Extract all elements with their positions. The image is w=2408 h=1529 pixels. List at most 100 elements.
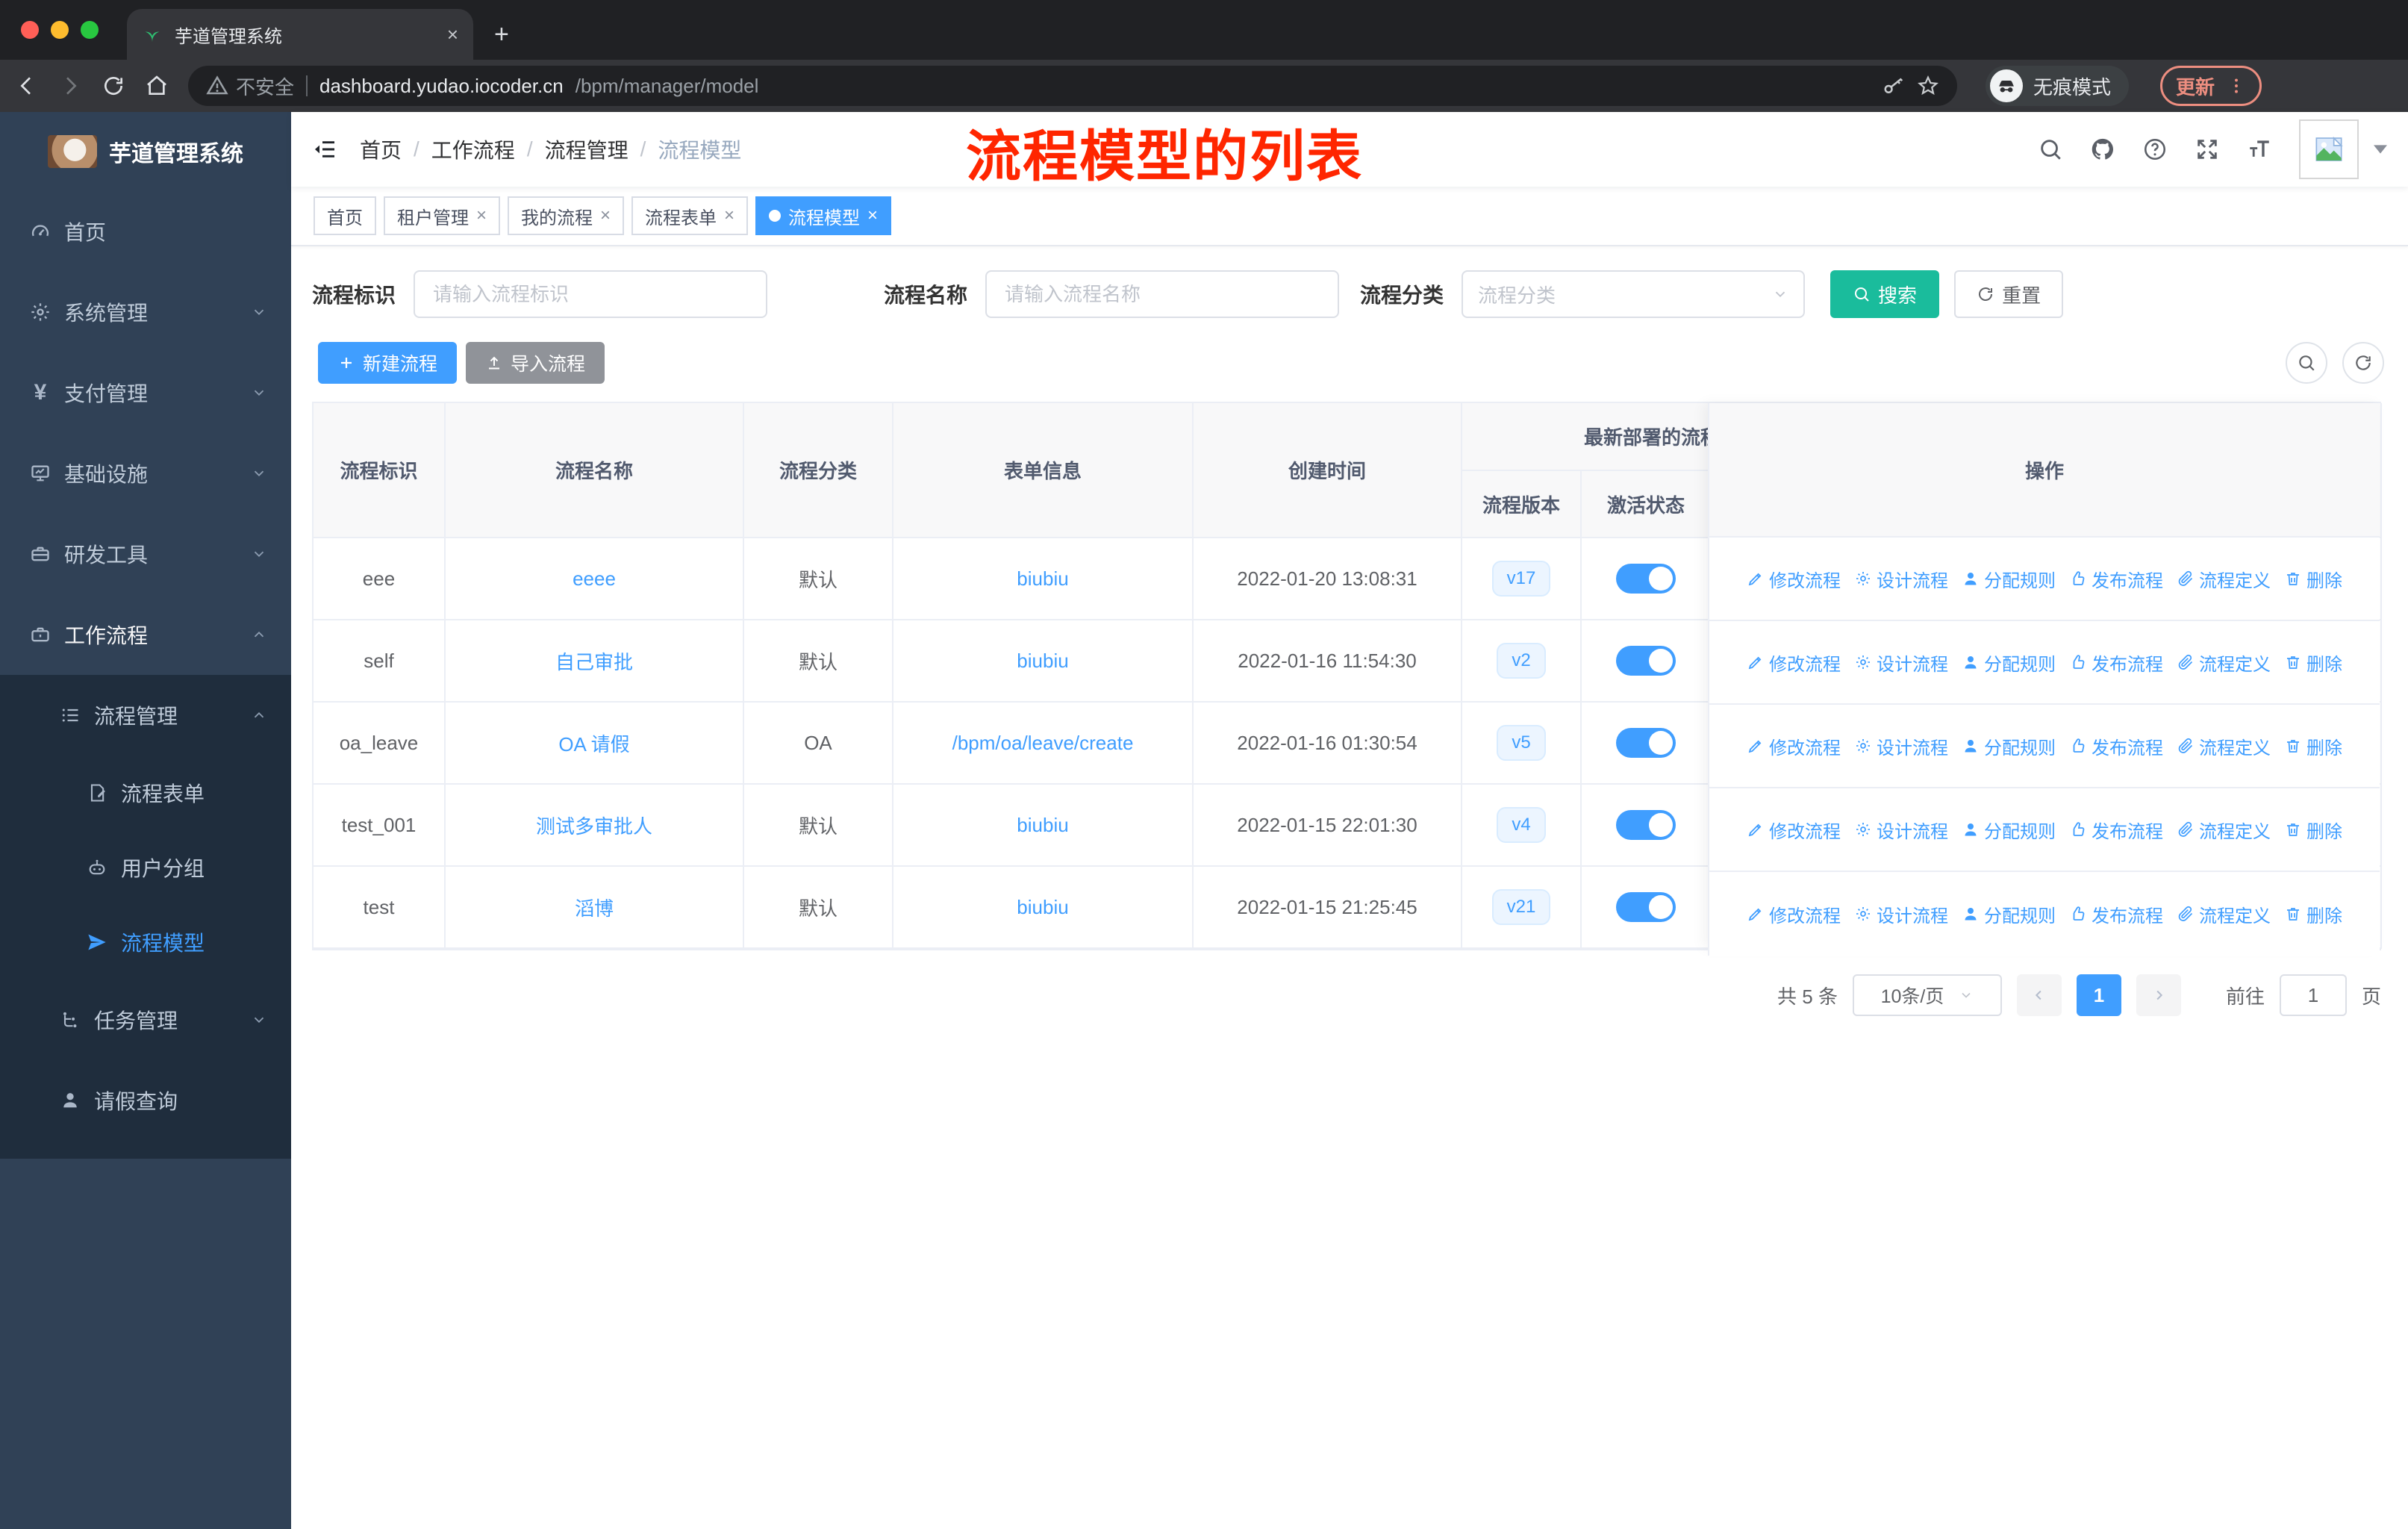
- security-status[interactable]: 不安全: [206, 72, 294, 100]
- action-edit-link[interactable]: 修改流程: [1747, 566, 1841, 592]
- tag-close-icon[interactable]: ×: [600, 205, 611, 226]
- sidebar-item-payment[interactable]: ¥ 支付管理: [0, 352, 291, 433]
- avatar[interactable]: [2299, 119, 2359, 179]
- action-trash-link[interactable]: 删除: [2284, 817, 2342, 843]
- reload-icon[interactable]: [102, 74, 125, 98]
- home-icon[interactable]: [145, 74, 169, 98]
- version-badge[interactable]: v17: [1491, 561, 1551, 597]
- action-thumb-link[interactable]: 发布流程: [2069, 817, 2163, 843]
- form-link[interactable]: biubiu: [1017, 896, 1068, 918]
- action-clip-link[interactable]: 流程定义: [2177, 817, 2271, 843]
- help-icon[interactable]: [2142, 137, 2168, 162]
- action-clip-link[interactable]: 流程定义: [2177, 566, 2271, 592]
- new-tab-button[interactable]: +: [494, 20, 509, 49]
- active-toggle[interactable]: [1616, 810, 1676, 840]
- update-browser-button[interactable]: 更新: [2160, 66, 2262, 106]
- bookmark-star-icon[interactable]: [1917, 75, 1939, 97]
- sidebar-item-workflow[interactable]: 工作流程: [0, 594, 291, 675]
- sidebar-item-process-form[interactable]: 流程表单: [0, 756, 291, 830]
- browser-tab[interactable]: 芋道管理系统 ×: [127, 9, 473, 60]
- active-toggle[interactable]: [1616, 728, 1676, 758]
- sidebar-item-system[interactable]: 系统管理: [0, 272, 291, 352]
- action-thumb-link[interactable]: 发布流程: [2069, 650, 2163, 676]
- fullscreen-icon[interactable]: [2195, 137, 2220, 162]
- avatar-caret-icon[interactable]: [2374, 145, 2387, 154]
- action-trash-link[interactable]: 删除: [2284, 566, 2342, 592]
- model-name-link[interactable]: 滔博: [575, 897, 614, 920]
- action-cog-link[interactable]: 设计流程: [1854, 733, 1948, 759]
- action-cog-link[interactable]: 设计流程: [1854, 817, 1948, 843]
- tag-3[interactable]: 我的流程 ×: [508, 196, 625, 235]
- version-badge[interactable]: v4: [1497, 807, 1546, 843]
- action-thumb-link[interactable]: 发布流程: [2069, 901, 2163, 927]
- action-cog-link[interactable]: 设计流程: [1854, 650, 1948, 676]
- action-edit-link[interactable]: 修改流程: [1747, 650, 1841, 676]
- search-button[interactable]: 搜索: [1830, 270, 1940, 318]
- action-cog-link[interactable]: 设计流程: [1854, 566, 1948, 592]
- forward-icon[interactable]: [58, 74, 82, 98]
- sidebar-item-home[interactable]: 首页: [0, 191, 291, 272]
- form-link[interactable]: /bpm/oa/leave/create: [952, 732, 1134, 754]
- action-user-link[interactable]: 分配规则: [1962, 901, 2056, 927]
- action-user-link[interactable]: 分配规则: [1962, 733, 2056, 759]
- font-size-icon[interactable]: [2247, 137, 2272, 162]
- active-toggle[interactable]: [1616, 646, 1676, 676]
- action-clip-link[interactable]: 流程定义: [2177, 650, 2271, 676]
- model-name-link[interactable]: 测试多审批人: [536, 815, 652, 838]
- form-link[interactable]: biubiu: [1017, 567, 1068, 590]
- model-name-link[interactable]: 自己审批: [555, 651, 633, 673]
- version-badge[interactable]: v21: [1491, 889, 1551, 925]
- sidebar-item-process-model[interactable]: 流程模型: [0, 905, 291, 980]
- action-trash-link[interactable]: 删除: [2284, 733, 2342, 759]
- action-edit-link[interactable]: 修改流程: [1747, 817, 1841, 843]
- action-user-link[interactable]: 分配规则: [1962, 566, 2056, 592]
- prev-page-button[interactable]: [2016, 974, 2062, 1016]
- form-link[interactable]: biubiu: [1017, 814, 1068, 836]
- category-select[interactable]: 流程分类: [1462, 270, 1806, 318]
- window-controls[interactable]: [21, 21, 99, 39]
- action-thumb-link[interactable]: 发布流程: [2069, 566, 2163, 592]
- breadcrumb-home[interactable]: 首页: [360, 134, 402, 164]
- password-key-icon[interactable]: [1883, 75, 1905, 97]
- close-window-button[interactable]: [21, 21, 39, 39]
- search-icon[interactable]: [2038, 137, 2063, 162]
- action-thumb-link[interactable]: 发布流程: [2069, 733, 2163, 759]
- tag-close-icon[interactable]: ×: [476, 205, 487, 226]
- sidebar-item-devtools[interactable]: 研发工具: [0, 514, 291, 594]
- model-name-link[interactable]: eeee: [573, 567, 616, 590]
- goto-page-input[interactable]: [2279, 974, 2347, 1016]
- tag-2[interactable]: 租户管理 ×: [384, 196, 501, 235]
- page-size-select[interactable]: 10条/页: [1852, 974, 2002, 1016]
- minimize-window-button[interactable]: [51, 21, 69, 39]
- process-key-input[interactable]: [414, 270, 768, 318]
- model-name-link[interactable]: OA 请假: [558, 733, 629, 756]
- app-logo[interactable]: 芋道管理系统: [0, 112, 291, 191]
- tag-5[interactable]: 流程模型 ×: [755, 196, 892, 235]
- action-clip-link[interactable]: 流程定义: [2177, 901, 2271, 927]
- breadcrumb-process-mgmt[interactable]: 流程管理: [545, 134, 628, 164]
- action-user-link[interactable]: 分配规则: [1962, 650, 2056, 676]
- back-icon[interactable]: [15, 74, 39, 98]
- next-page-button[interactable]: [2136, 974, 2181, 1016]
- action-user-link[interactable]: 分配规则: [1962, 817, 2056, 843]
- action-edit-link[interactable]: 修改流程: [1747, 901, 1841, 927]
- action-trash-link[interactable]: 删除: [2284, 650, 2342, 676]
- version-badge[interactable]: v2: [1497, 643, 1546, 679]
- sidebar-item-user-group[interactable]: 用户分组: [0, 830, 291, 905]
- create-process-button[interactable]: 新建流程: [318, 342, 458, 384]
- browser-menu-icon[interactable]: [2227, 76, 2246, 96]
- import-process-button[interactable]: 导入流程: [466, 342, 605, 384]
- form-link[interactable]: biubiu: [1017, 650, 1068, 672]
- active-toggle[interactable]: [1616, 892, 1676, 922]
- sidebar-item-leave-query[interactable]: 请假查询: [0, 1060, 291, 1141]
- tag-4[interactable]: 流程表单 ×: [631, 196, 749, 235]
- reset-button[interactable]: 重置: [1954, 270, 2064, 318]
- sidebar-item-infra[interactable]: 基础设施: [0, 433, 291, 514]
- sidebar-collapse-icon[interactable]: [312, 137, 339, 161]
- tag-close-icon[interactable]: ×: [867, 205, 878, 226]
- tab-close-icon[interactable]: ×: [447, 23, 458, 46]
- page-number-1[interactable]: 1: [2076, 974, 2121, 1016]
- address-bar[interactable]: 不安全 dashboard.yudao.iocoder.cn/bpm/manag…: [188, 66, 1957, 106]
- action-trash-link[interactable]: 删除: [2284, 901, 2342, 927]
- refresh-table-button[interactable]: [2342, 342, 2384, 384]
